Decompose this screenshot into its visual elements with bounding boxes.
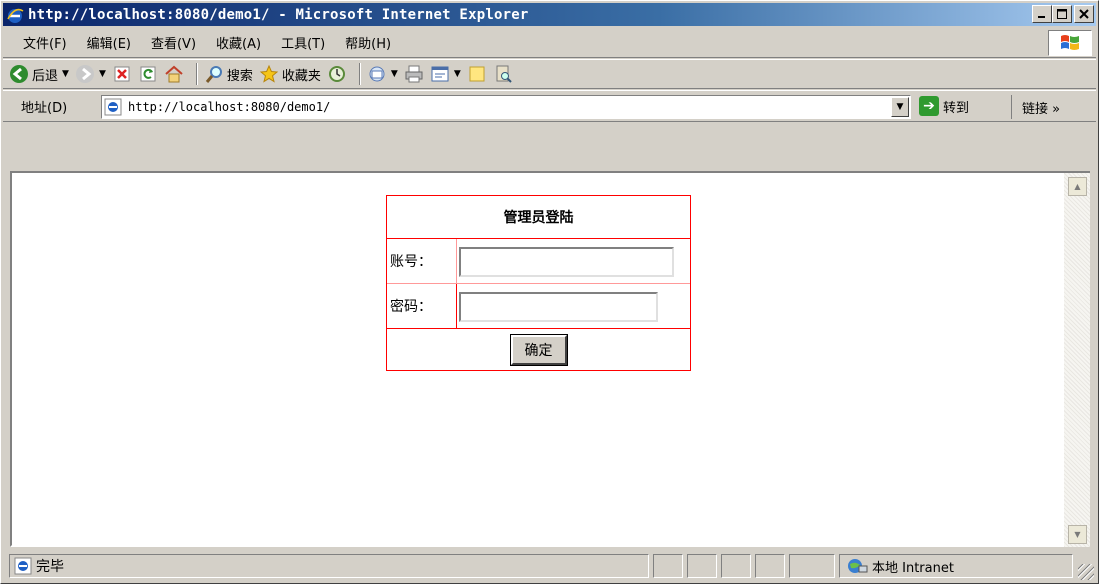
toolbar-separator-2 <box>358 63 361 85</box>
research-button[interactable] <box>493 64 513 84</box>
stop-button[interactable] <box>112 64 132 84</box>
resize-grip[interactable] <box>1078 564 1094 580</box>
history-icon <box>328 66 345 82</box>
status-cell-5 <box>789 554 835 578</box>
browser-window: http://localhost:8080/demo1/ - Microsoft… <box>0 0 1099 584</box>
status-text-panel: 完毕 <box>9 554 649 578</box>
maximize-icon <box>1057 9 1067 19</box>
windows-flag-icon <box>1061 35 1079 50</box>
minimize-button[interactable] <box>1032 5 1052 23</box>
mail-icon <box>369 66 385 82</box>
mail-dropdown-icon[interactable]: ▼ <box>391 69 398 79</box>
status-cell-1 <box>653 554 683 578</box>
discuss-button[interactable] <box>467 64 487 84</box>
address-label: 地址(D) <box>21 100 68 116</box>
address-dropdown-button[interactable]: ▼ <box>891 97 909 117</box>
menu-file[interactable]: 文件(F) <box>3 33 77 52</box>
username-input[interactable] <box>459 247 674 277</box>
back-label: 后退 <box>32 68 59 84</box>
history-button[interactable] <box>327 64 347 84</box>
submit-row: 确定 <box>387 329 690 371</box>
print-button[interactable] <box>404 64 424 84</box>
home-button[interactable] <box>164 64 184 84</box>
menu-favorites[interactable]: 收藏(A) <box>206 33 271 52</box>
forward-button[interactable]: ▼ <box>75 64 106 84</box>
scroll-up-button[interactable]: ▲ <box>1068 177 1087 196</box>
address-input[interactable]: http://localhost:8080/demo1/ ▼ <box>101 95 911 119</box>
page-done-icon <box>14 557 32 575</box>
intranet-globe-icon <box>848 559 868 573</box>
vertical-scrollbar[interactable]: ▲ ▼ <box>1064 171 1090 547</box>
back-button[interactable]: 后退 ▼ <box>9 64 69 84</box>
password-input[interactable] <box>459 292 658 322</box>
status-bar: 完毕 本地 Intranet <box>3 549 1096 582</box>
stop-icon <box>114 66 130 82</box>
printer-icon <box>405 65 423 83</box>
forward-arrow-icon <box>75 65 94 83</box>
search-icon <box>205 66 222 83</box>
menu-help[interactable]: 帮助(H) <box>335 33 401 52</box>
refresh-button[interactable] <box>138 64 158 84</box>
ie-icon <box>7 8 24 23</box>
scroll-up-icon: ▲ <box>1074 182 1081 191</box>
back-dropdown-icon[interactable]: ▼ <box>62 69 69 79</box>
edit-button[interactable]: ▼ <box>430 64 461 84</box>
refresh-icon <box>140 66 156 82</box>
scroll-down-icon: ▼ <box>1074 530 1081 539</box>
password-row: 密码： <box>387 284 690 329</box>
go-arrow-icon: ➔ <box>919 96 939 116</box>
close-icon <box>1079 9 1089 19</box>
close-button[interactable] <box>1074 5 1094 23</box>
mail-button[interactable]: ▼ <box>367 64 398 84</box>
window-title: http://localhost:8080/demo1/ - Microsoft… <box>28 6 529 23</box>
chevron-down-icon: ▼ <box>896 102 904 112</box>
search-button[interactable]: 搜索 <box>204 64 253 84</box>
login-title: 管理员登陆 <box>387 196 690 239</box>
toolbar-separator <box>195 63 198 85</box>
edit-page-icon <box>431 66 449 82</box>
favorites-label: 收藏夹 <box>281 68 321 84</box>
note-icon <box>469 66 485 82</box>
scroll-down-button[interactable]: ▼ <box>1068 525 1087 544</box>
forward-dropdown-icon[interactable]: ▼ <box>99 69 106 79</box>
favorites-button[interactable]: 收藏夹 <box>259 64 321 84</box>
address-url: http://localhost:8080/demo1/ <box>128 100 331 114</box>
maximize-button[interactable] <box>1052 5 1072 23</box>
go-label: 转到 <box>943 100 970 116</box>
standard-toolbar: 后退 ▼ ▼ 搜索 收藏夹 ▼ ▼ <box>3 59 1096 89</box>
title-bar[interactable]: http://localhost:8080/demo1/ - Microsoft… <box>3 3 1096 26</box>
page-ie-icon <box>104 98 122 116</box>
status-cell-4 <box>755 554 785 578</box>
menu-edit[interactable]: 编辑(E) <box>77 33 141 52</box>
home-icon <box>165 65 183 83</box>
status-text: 完毕 <box>36 559 64 575</box>
menu-view[interactable]: 查看(V) <box>141 33 206 52</box>
menu-bar: 文件(F) 编辑(E) 查看(V) 收藏(A) 工具(T) 帮助(H) <box>3 28 1096 58</box>
links-button[interactable]: 链接 » <box>1011 95 1060 119</box>
status-cell-2 <box>687 554 717 578</box>
submit-button[interactable]: 确定 <box>509 334 568 366</box>
status-cell-3 <box>721 554 751 578</box>
password-label: 密码： <box>387 284 457 328</box>
back-arrow-icon <box>10 65 28 83</box>
edit-dropdown-icon[interactable]: ▼ <box>454 69 461 79</box>
go-button[interactable]: ➔ 转到 <box>919 96 969 116</box>
login-table: 管理员登陆 账号： 密码： 确定 <box>386 195 691 371</box>
security-zone-label: 本地 Intranet <box>872 560 954 576</box>
windows-logo <box>1048 30 1092 56</box>
username-row: 账号： <box>387 239 690 284</box>
minimize-icon <box>1038 16 1045 18</box>
menu-tools[interactable]: 工具(T) <box>271 33 335 52</box>
links-label: 链接 » <box>1022 101 1061 117</box>
username-label: 账号： <box>387 239 457 283</box>
research-icon <box>496 65 512 83</box>
search-label: 搜索 <box>226 68 253 84</box>
security-zone: 本地 Intranet <box>839 554 1073 578</box>
address-bar: 地址(D) http://localhost:8080/demo1/ ▼ ➔ 转… <box>3 90 1096 122</box>
star-icon <box>259 64 279 83</box>
